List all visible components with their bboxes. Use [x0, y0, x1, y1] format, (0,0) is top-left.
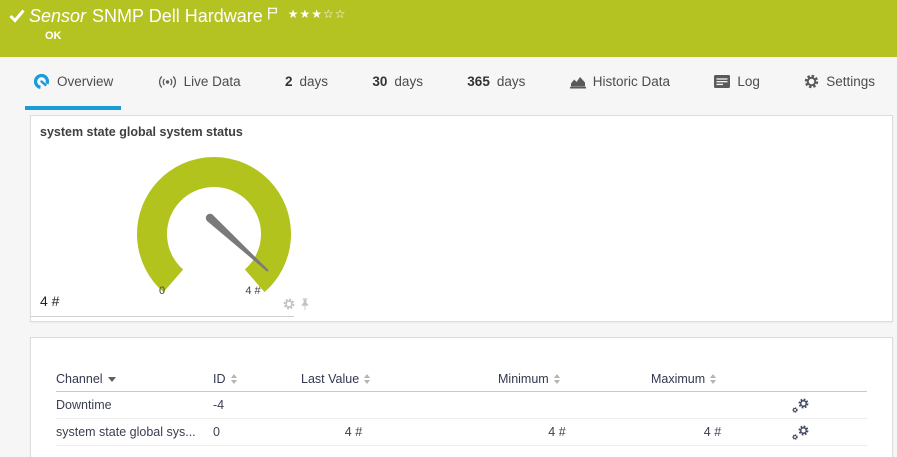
id-cell: 0: [213, 425, 301, 439]
status-text: OK: [45, 30, 62, 42]
sort-icon: [554, 374, 560, 384]
sort-icon: [231, 374, 237, 384]
flag-icon[interactable]: [267, 7, 278, 25]
gauge-title: system state global system status: [40, 125, 243, 139]
channel-settings-icon[interactable]: [792, 425, 809, 440]
tab-label: Historic Data: [593, 74, 670, 89]
last-value-cell: 4 #: [301, 425, 406, 439]
pin-icon[interactable]: [300, 298, 310, 311]
gauge-min-label: 0: [152, 285, 172, 297]
tab-overview[interactable]: Overview: [25, 57, 121, 110]
sensor-kind-label: Sensor: [29, 6, 86, 27]
tab-label: days: [300, 74, 329, 89]
table-row: Downtime -4: [56, 392, 867, 419]
column-header-channel[interactable]: Channel: [56, 372, 213, 386]
channel-name-cell: Downtime: [56, 398, 213, 412]
tab-label: days: [394, 74, 423, 89]
tab-365-days[interactable]: 365 days: [459, 57, 533, 110]
tab-number: 2: [285, 74, 293, 89]
id-cell: -4: [213, 398, 301, 412]
tab-label: days: [497, 74, 526, 89]
tab-30-days[interactable]: 30 days: [364, 57, 431, 110]
column-header-last-value[interactable]: Last Value: [301, 372, 406, 386]
column-header-minimum[interactable]: Minimum: [498, 372, 616, 386]
tab-historic-data[interactable]: Historic Data: [562, 57, 678, 110]
gauge-widget-divider: [31, 316, 294, 317]
gear-icon: [804, 74, 819, 89]
channel-name-cell: system state global sys...: [56, 425, 213, 439]
table-row: system state global sys... 0 4 # 4 # 4 #: [56, 419, 867, 446]
column-header-maximum[interactable]: Maximum: [651, 372, 774, 386]
tab-log[interactable]: Log: [706, 57, 768, 110]
area-chart-icon: [570, 75, 586, 89]
tab-label: Log: [737, 74, 760, 89]
live-data-tab-icon: [158, 75, 177, 89]
gauge-panel: system state global system status 0 4 # …: [30, 115, 893, 322]
sensor-tab-bar: Overview Live Data 2 days 30 days 365 da…: [0, 57, 897, 110]
tab-label: Live Data: [184, 74, 241, 89]
gauge-max-label: 4 #: [233, 285, 273, 297]
tab-2-days[interactable]: 2 days: [277, 57, 336, 110]
status-ok-check-icon: [9, 9, 25, 28]
sensor-title: SNMP Dell Hardware: [92, 6, 263, 27]
channels-table: Channel ID Last Value Minimum Maximum: [30, 337, 893, 457]
column-header-id[interactable]: ID: [213, 372, 301, 386]
gauge-tab-icon: [33, 73, 50, 90]
gauge-current-value: 4 #: [40, 293, 59, 309]
gauge-needle: [206, 214, 269, 272]
sort-icon: [710, 374, 716, 384]
table-header-row: Channel ID Last Value Minimum Maximum: [56, 366, 867, 392]
channel-settings-icon[interactable]: [792, 398, 809, 413]
status-gauge: [31, 138, 311, 300]
priority-star-rating[interactable]: ★★★☆☆: [288, 7, 347, 21]
sort-desc-icon: [108, 377, 116, 382]
maximum-cell: 4 #: [651, 425, 774, 439]
tab-live-data[interactable]: Live Data: [150, 57, 249, 110]
sensor-status-bar: Sensor SNMP Dell Hardware ★★★☆☆ OK: [0, 0, 897, 57]
tab-label: Overview: [57, 74, 113, 89]
tab-number: 365: [467, 74, 490, 89]
gauge-gear-icon[interactable]: [283, 298, 295, 311]
minimum-cell: 4 #: [498, 425, 616, 439]
tab-number: 30: [372, 74, 387, 89]
tab-label: Settings: [826, 74, 875, 89]
tab-settings[interactable]: Settings: [796, 57, 883, 110]
log-list-icon: [714, 75, 730, 88]
sort-icon: [364, 374, 370, 384]
